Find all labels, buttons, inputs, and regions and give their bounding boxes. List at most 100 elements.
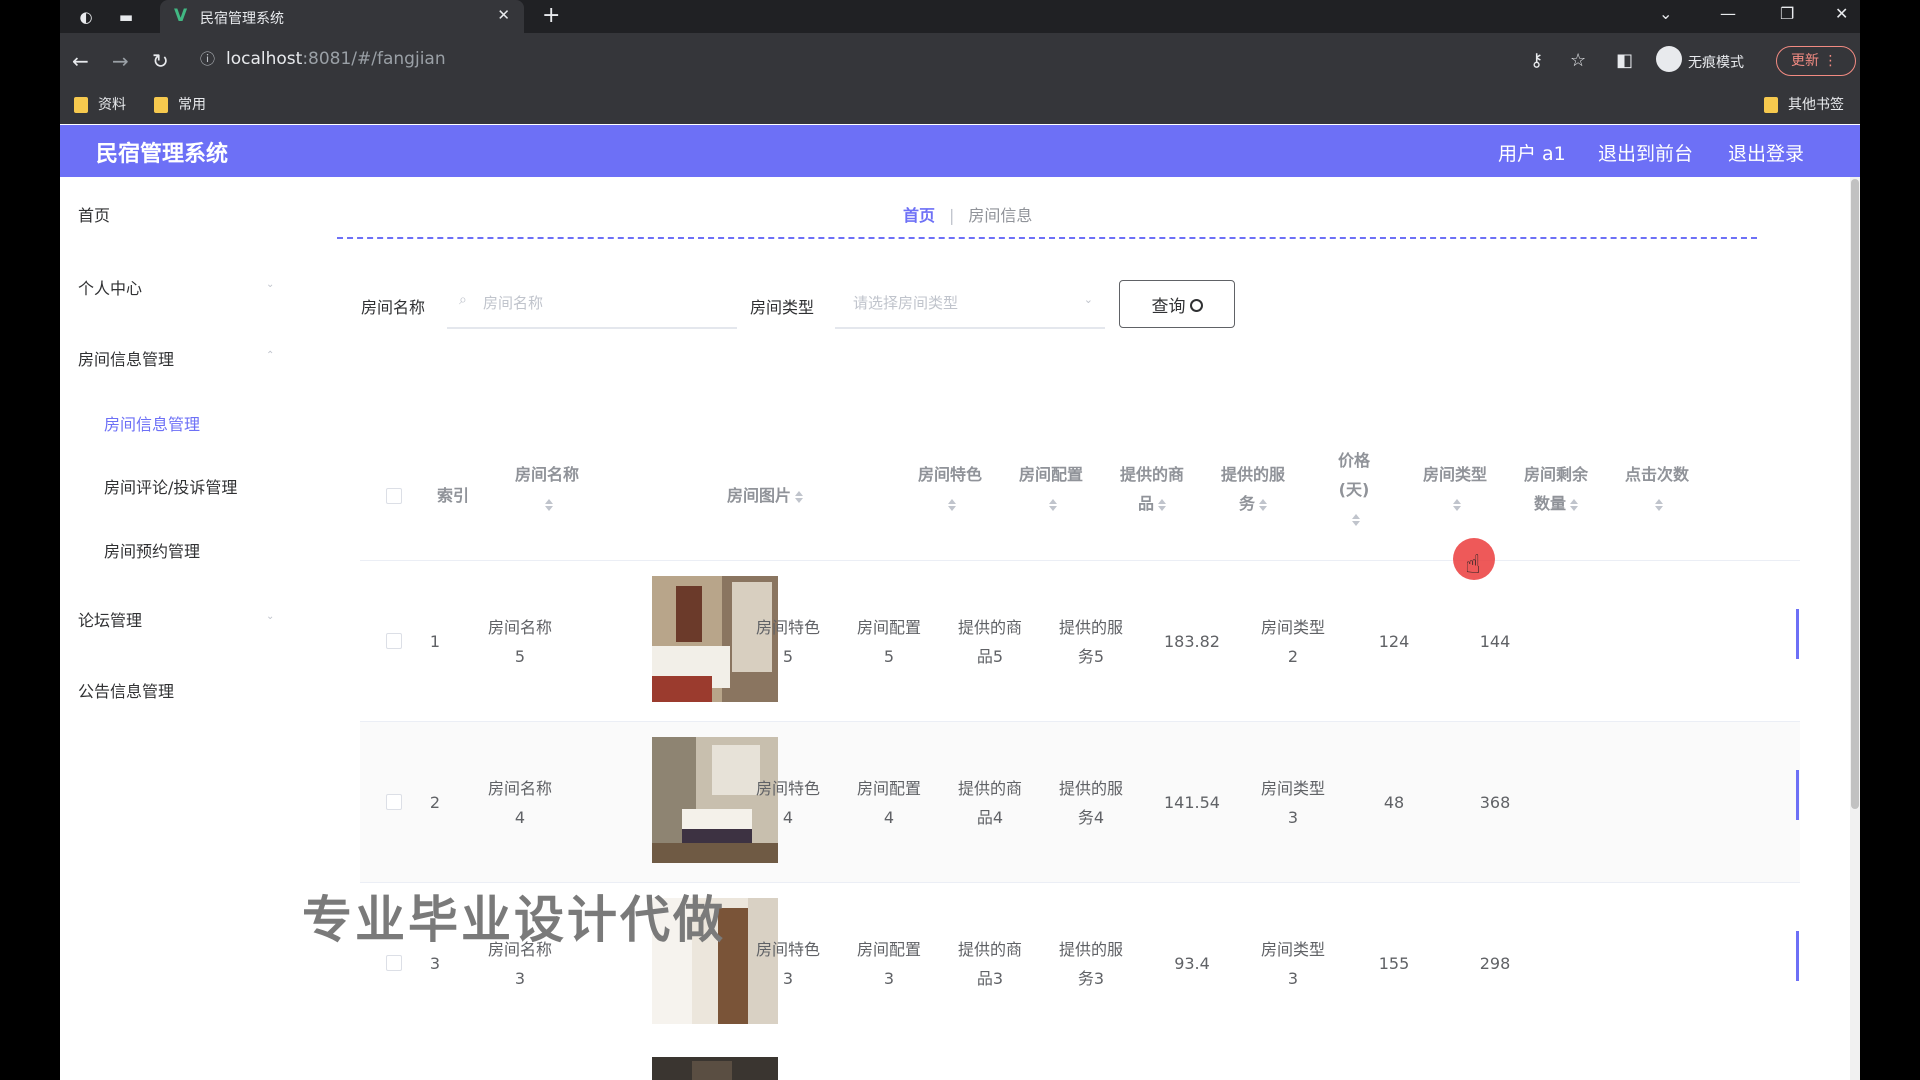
- sidebar-sub-room-reservations[interactable]: 房间预约管理: [104, 538, 200, 562]
- url-host: localhost: [226, 49, 303, 69]
- sidebar-item-home[interactable]: 首页: [78, 202, 110, 226]
- room-name-input[interactable]: ⌕ 房间名称: [447, 275, 737, 329]
- bookmark-folder-2[interactable]: 常用: [154, 94, 206, 114]
- sort-icon[interactable]: [795, 490, 803, 503]
- cell-text: 4: [883, 808, 895, 827]
- scrollbar-thumb[interactable]: [1851, 179, 1859, 809]
- sidebar-item-notice[interactable]: 公告信息管理: [78, 678, 174, 702]
- address-bar[interactable]: ⓘ localhost:8081/#/fangjian: [200, 46, 1600, 74]
- incognito-indicator[interactable]: 无痕模式: [1656, 46, 1744, 76]
- th-goods-text: 提供的商: [1119, 465, 1184, 484]
- th-feature[interactable]: 房间特色: [900, 460, 1000, 518]
- row-action-indicator[interactable]: [1796, 931, 1799, 981]
- sidebar-item-room-info[interactable]: 房间信息管理: [78, 346, 174, 370]
- tab-close-icon[interactable]: ✕: [497, 6, 510, 24]
- cell-text: 务5: [1077, 647, 1105, 666]
- bookmark-folder-1[interactable]: 资料: [74, 94, 126, 114]
- th-remaining-text: 房间剩余: [1523, 465, 1588, 484]
- new-tab-icon[interactable]: +: [542, 3, 560, 28]
- row-checkbox[interactable]: [386, 955, 402, 971]
- th-remaining-text-2: 数量: [1533, 494, 1566, 513]
- minimize-icon[interactable]: —: [1720, 4, 1736, 23]
- key-icon[interactable]: ⚷: [1530, 50, 1543, 71]
- sidebar-item-personal-center[interactable]: 个人中心: [78, 275, 142, 299]
- th-name[interactable]: 房间名称: [492, 460, 602, 518]
- row-action-indicator[interactable]: [1796, 770, 1799, 820]
- th-type[interactable]: 房间类型: [1405, 460, 1505, 518]
- cell-text: 品4: [976, 808, 1004, 827]
- th-config[interactable]: 房间配置: [1001, 460, 1101, 518]
- site-info-icon[interactable]: ⓘ: [200, 48, 215, 69]
- th-price-unit: (天): [1338, 480, 1370, 499]
- bookmark-star-icon[interactable]: ☆: [1570, 50, 1586, 71]
- cell-text: 提供的商: [957, 940, 1022, 959]
- th-goods[interactable]: 提供的商品: [1102, 460, 1202, 518]
- globe-icon[interactable]: ◐: [74, 5, 98, 29]
- sort-icon[interactable]: [545, 498, 553, 511]
- cell-text: 房间类型: [1260, 779, 1325, 798]
- cell-goods: 提供的商 品3: [940, 935, 1040, 993]
- row-checkbox[interactable]: [386, 794, 402, 810]
- sort-icon[interactable]: [1158, 498, 1166, 511]
- sidebar: 首页 个人中心 ⌄ 房间信息管理 ⌃ 房间信息管理 房间评论/投诉管理 房间预约…: [60, 177, 306, 1080]
- cell-text: 房间配置: [856, 618, 921, 637]
- window-close-icon[interactable]: ✕: [1835, 4, 1848, 23]
- tab-search-icon[interactable]: ▬: [114, 5, 138, 29]
- th-price[interactable]: 价格 (天): [1304, 446, 1404, 533]
- row-checkbox[interactable]: [386, 633, 402, 649]
- back-icon[interactable]: ←: [72, 49, 89, 73]
- breadcrumb-home[interactable]: 首页: [903, 206, 935, 225]
- other-bookmarks[interactable]: 其他书签: [1764, 94, 1844, 114]
- watermark-text: 专业毕业设计代做: [302, 891, 726, 949]
- update-button[interactable]: 更新 ⋮: [1776, 46, 1856, 76]
- th-clicks[interactable]: 点击次数: [1607, 460, 1707, 518]
- cell-text: 3: [514, 969, 526, 988]
- exit-to-front-link[interactable]: 退出到前台: [1598, 139, 1693, 166]
- cell-text: 房间特色: [755, 940, 820, 959]
- update-label: 更新: [1791, 53, 1819, 69]
- search-icon: ⌕: [459, 292, 467, 308]
- sidebar-sub-room-comments[interactable]: 房间评论/投诉管理: [104, 474, 237, 498]
- table-row[interactable]: 1 房间名称 5 房间特色 5 房间配置 5 提供的商 品5 提供的服 务5 183.82…: [360, 560, 1800, 721]
- forward-icon[interactable]: →: [112, 49, 129, 73]
- th-remaining[interactable]: 房间剩余数量: [1506, 460, 1606, 518]
- row-action-indicator[interactable]: [1796, 609, 1799, 659]
- side-panel-icon[interactable]: ◧: [1616, 50, 1633, 71]
- app-header: 民宿管理系统 用户 a1 退出到前台 退出登录: [60, 125, 1860, 177]
- cell-text: 3: [1287, 808, 1299, 827]
- query-button[interactable]: 查询: [1119, 280, 1235, 328]
- logout-link[interactable]: 退出登录: [1728, 139, 1804, 166]
- active-tab[interactable]: V 民宿管理系统 ✕: [160, 0, 524, 33]
- tab-list-chevron-icon[interactable]: ⌄: [1659, 4, 1672, 23]
- reload-icon[interactable]: ↻: [152, 49, 169, 73]
- sort-icon[interactable]: [1049, 498, 1057, 511]
- select-all-checkbox[interactable]: [386, 488, 402, 504]
- sidebar-sub-room-info[interactable]: 房间信息管理: [104, 411, 200, 435]
- hand-cursor-icon: ☝: [1465, 550, 1481, 580]
- sort-icon[interactable]: [1352, 513, 1360, 526]
- room-name-placeholder: 房间名称: [483, 294, 544, 312]
- cell-text: 房间配置: [856, 779, 921, 798]
- chevron-up-icon: ⌃: [266, 350, 275, 361]
- sort-icon[interactable]: [1655, 498, 1663, 511]
- room-type-select[interactable]: 请选择房间类型 ⌄: [835, 275, 1105, 329]
- cell-text: 房间名称: [487, 779, 552, 798]
- tab-bar: ◐ ▬ V 民宿管理系统 ✕ + ⌄ — ❐ ✕: [60, 0, 1860, 33]
- sort-icon[interactable]: [1453, 498, 1461, 511]
- th-clicks-text: 点击次数: [1624, 465, 1689, 484]
- url-path: :8081/#/fangjian: [302, 49, 446, 69]
- th-service[interactable]: 提供的服务: [1203, 460, 1303, 518]
- sort-icon[interactable]: [1570, 498, 1578, 511]
- cell-remaining: 155: [1378, 954, 1410, 973]
- cell-text: 3: [1287, 969, 1299, 988]
- sort-icon[interactable]: [1259, 498, 1267, 511]
- sidebar-item-forum[interactable]: 论坛管理: [78, 607, 142, 631]
- cell-text: 房间名称: [487, 618, 552, 637]
- sort-icon[interactable]: [948, 498, 956, 511]
- th-photo[interactable]: 房间图片: [660, 481, 870, 510]
- restore-icon[interactable]: ❐: [1780, 4, 1794, 23]
- incognito-icon: [1656, 46, 1682, 72]
- page-scrollbar[interactable]: [1850, 177, 1860, 1080]
- table-row[interactable]: 2 房间名称 4 房间特色 4 房间配置 4 提供的商 品4 提供的服 务4 141.54…: [360, 721, 1800, 882]
- cell-type: 房间类型 3: [1243, 774, 1343, 832]
